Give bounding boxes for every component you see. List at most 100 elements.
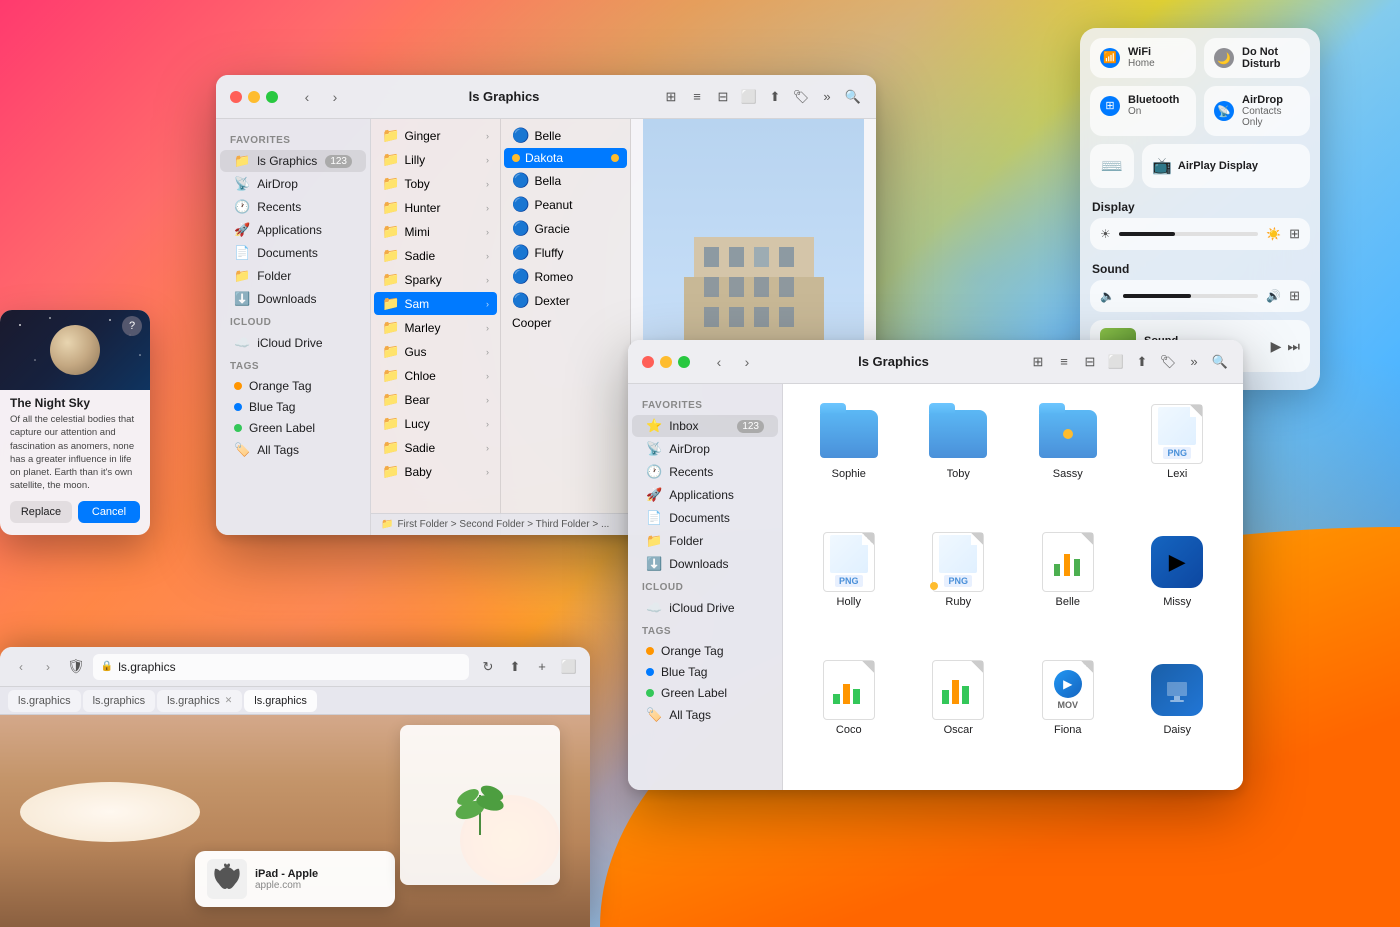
icon-oscar[interactable]: Oscar (907, 654, 1011, 776)
column-view-front-icon[interactable]: ⊟ (1081, 353, 1099, 371)
cancel-button[interactable]: Cancel (78, 501, 140, 523)
close-button-back[interactable] (230, 91, 242, 103)
col1-sparky[interactable]: 📁Sparky› (374, 268, 497, 291)
sidebar-inbox-front[interactable]: ⭐ Inbox 123 (632, 415, 778, 437)
zoom-button-front[interactable] (678, 356, 690, 368)
icon-belle[interactable]: Belle (1016, 526, 1120, 648)
col2-cooper[interactable]: Cooper (504, 313, 627, 333)
sidebar-all-tags-back[interactable]: 🏷️ All Tags (220, 439, 366, 461)
col1-toby[interactable]: 📁Toby› (374, 172, 497, 195)
icon-toby[interactable]: Toby (907, 398, 1011, 520)
col1-lucy[interactable]: 📁Lucy› (374, 412, 497, 435)
forward-button[interactable]: › (324, 86, 346, 108)
minimize-button-front[interactable] (660, 356, 672, 368)
replace-button[interactable]: Replace (10, 501, 72, 523)
col1-baby[interactable]: 📁Baby› (374, 460, 497, 483)
back-button[interactable]: ‹ (296, 86, 318, 108)
icon-ruby[interactable]: PNG Ruby (907, 526, 1011, 648)
airdrop-tile[interactable]: 📡 AirDrop Contacts Only (1204, 86, 1310, 136)
play-icon[interactable]: ▶ (1271, 338, 1282, 355)
safari-new-tab-button[interactable]: + (531, 656, 553, 678)
grid-view-front-icon[interactable]: ⊞ (1029, 353, 1047, 371)
col1-hunter[interactable]: 📁Hunter› (374, 196, 497, 219)
tag-icon[interactable]: 🏷 (792, 88, 810, 106)
sidebar-item-recents-back[interactable]: 🕐 Recents (220, 196, 366, 218)
sidebar-airdrop-front[interactable]: 📡 AirDrop (632, 438, 778, 460)
tab-close-3[interactable]: ✕ (225, 695, 233, 706)
sidebar-tag-blue-back[interactable]: Blue Tag (220, 397, 366, 417)
col1-marley[interactable]: 📁Marley› (374, 316, 497, 339)
share-icon[interactable]: ⬆ (766, 88, 784, 106)
sidebar-documents-front[interactable]: 📄 Documents (632, 507, 778, 529)
sidebar-item-airdrop-back[interactable]: 📡 AirDrop (220, 173, 366, 195)
sidebar-item-ls-graphics[interactable]: 📁 ls Graphics 123 (220, 150, 366, 172)
safari-back-button[interactable]: ‹ (10, 656, 32, 678)
keyboard-brightness-tile[interactable]: ⌨️ (1090, 144, 1134, 188)
col1-ginger[interactable]: 📁Ginger› (374, 124, 497, 147)
safari-share-button[interactable]: ⬆ (504, 656, 526, 678)
search-icon[interactable]: 🔍 (844, 88, 862, 106)
col1-lilly[interactable]: 📁Lilly› (374, 148, 497, 171)
safari-sidebar-button[interactable]: ⬜ (558, 656, 580, 678)
sidebar-blue-tag-front[interactable]: Blue Tag (632, 662, 778, 682)
gallery-view-front-icon[interactable]: ⬜ (1107, 353, 1125, 371)
airplay-tile[interactable]: 📺 AirPlay Display (1142, 144, 1310, 188)
column-view-icon[interactable]: ⊟ (714, 88, 732, 106)
col1-sadie[interactable]: 📁Sadie› (374, 244, 497, 267)
safari-reload-button[interactable]: ↻ (477, 656, 499, 678)
sidebar-item-folder-back[interactable]: 📁 Folder (220, 265, 366, 287)
more-icon[interactable]: » (818, 88, 836, 106)
sidebar-item-downloads-back[interactable]: ⬇️ Downloads (220, 288, 366, 310)
list-view-front-icon[interactable]: ≡ (1055, 353, 1073, 371)
back-button-front[interactable]: ‹ (708, 351, 730, 373)
brightness-slider[interactable] (1119, 232, 1258, 236)
sidebar-tag-green-back[interactable]: Green Label (220, 418, 366, 438)
col2-belle[interactable]: 🔵Belle (504, 124, 627, 147)
icon-missy[interactable]: ▶ Missy (1126, 526, 1230, 648)
sidebar-orange-tag-front[interactable]: Orange Tag (632, 641, 778, 661)
display-settings-icon[interactable]: ⊞ (1289, 226, 1300, 242)
sidebar-tag-orange-back[interactable]: Orange Tag (220, 376, 366, 396)
gallery-view-icon[interactable]: ⬜ (740, 88, 758, 106)
icon-daisy[interactable]: Daisy (1126, 654, 1230, 776)
icon-fiona[interactable]: ▶ MOV Fiona (1016, 654, 1120, 776)
icon-sophie[interactable]: Sophie (797, 398, 901, 520)
safari-tab-3[interactable]: ls.graphics ✕ (157, 690, 242, 712)
fast-forward-icon[interactable]: ⏭ (1287, 338, 1300, 355)
dnd-tile[interactable]: 🌙 Do Not Disturb (1204, 38, 1310, 78)
sidebar-all-tags-front[interactable]: 🏷️ All Tags (632, 704, 778, 726)
zoom-button-back[interactable] (266, 91, 278, 103)
sidebar-applications-front[interactable]: 🚀 Applications (632, 484, 778, 506)
bluetooth-tile[interactable]: ⊞ Bluetooth On (1090, 86, 1196, 136)
safari-forward-button[interactable]: › (37, 656, 59, 678)
tag-front-icon[interactable]: 🏷 (1159, 353, 1177, 371)
breadcrumb-folder1[interactable]: 📁 (381, 519, 393, 530)
col2-romeo[interactable]: 🔵Romeo (504, 265, 627, 288)
col2-dexter[interactable]: 🔵Dexter (504, 289, 627, 312)
sidebar-green-tag-front[interactable]: Green Label (632, 683, 778, 703)
sidebar-item-icloud-back[interactable]: ☁️ iCloud Drive (220, 332, 366, 354)
wifi-tile[interactable]: 📶 WiFi Home (1090, 38, 1196, 78)
grid-view-icon[interactable]: ⊞ (662, 88, 680, 106)
safari-url-bar[interactable]: 🔒 ls.graphics (93, 654, 469, 680)
sound-settings-icon[interactable]: ⊞ (1289, 288, 1300, 304)
icon-coco[interactable]: Coco (797, 654, 901, 776)
close-button-front[interactable] (642, 356, 654, 368)
sidebar-folder-front[interactable]: 📁 Folder (632, 530, 778, 552)
safari-tab-4[interactable]: ls.graphics (244, 690, 317, 712)
more-front-icon[interactable]: » (1185, 353, 1203, 371)
sidebar-item-applications-back[interactable]: 🚀 Applications (220, 219, 366, 241)
col1-mimi[interactable]: 📁Mimi› (374, 220, 497, 243)
search-front-icon[interactable]: 🔍 (1211, 353, 1229, 371)
volume-slider[interactable] (1123, 294, 1258, 298)
col1-sadie2[interactable]: 📁Sadie› (374, 436, 497, 459)
share-front-icon[interactable]: ⬆ (1133, 353, 1151, 371)
sidebar-downloads-front[interactable]: ⬇️ Downloads (632, 553, 778, 575)
col1-chloe[interactable]: 📁Chloe› (374, 364, 497, 387)
col1-bear[interactable]: 📁Bear› (374, 388, 497, 411)
icon-lexi[interactable]: PNG Lexi (1126, 398, 1230, 520)
list-view-icon[interactable]: ≡ (688, 88, 706, 106)
col1-sam[interactable]: 📁Sam› (374, 292, 497, 315)
forward-button-front[interactable]: › (736, 351, 758, 373)
icon-sassy[interactable]: Sassy (1016, 398, 1120, 520)
